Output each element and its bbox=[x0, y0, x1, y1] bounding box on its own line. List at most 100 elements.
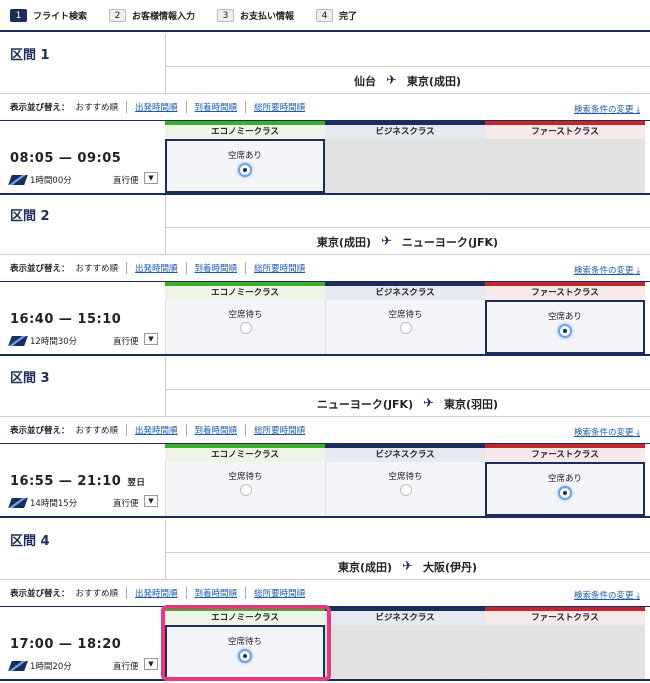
sort-departure-link[interactable]: 出発時間順 bbox=[135, 587, 187, 599]
sort-label: 表示並び替え： bbox=[10, 264, 70, 274]
direct-flight-label: 直行便 bbox=[113, 662, 139, 672]
sort-current: おすすめ順 bbox=[76, 101, 128, 113]
step-4-number: 4 bbox=[316, 8, 334, 22]
flight-times: 17:00 — 18:20 bbox=[10, 637, 127, 652]
first-cell[interactable]: 空席あり bbox=[485, 300, 645, 354]
route-from: 東京(成田) bbox=[316, 235, 371, 249]
fare-radio[interactable] bbox=[399, 484, 412, 496]
plane-icon: ✈ bbox=[380, 234, 392, 249]
change-conditions-label: 検索条件の変更 bbox=[574, 591, 634, 601]
fare-radio[interactable] bbox=[239, 484, 252, 496]
direct-flight-label: 直行便 bbox=[113, 337, 139, 347]
details-dropdown-button[interactable]: ▼ bbox=[144, 658, 158, 670]
first-cell bbox=[485, 139, 645, 193]
change-conditions-link[interactable]: 検索条件の変更 ⤓ bbox=[574, 426, 640, 438]
sort-current: おすすめ順 bbox=[76, 262, 128, 274]
segment-title: 区間 3 bbox=[10, 371, 50, 386]
duration: 1時間20分 bbox=[8, 660, 72, 672]
flight-segment: 区間 4 東京(成田) ✈ 大阪(伊丹) 表示並び替え： おすすめ順 出発時間順… bbox=[0, 520, 650, 681]
route-from: 仙台 bbox=[354, 74, 377, 88]
step-3: 3 お支払い情報 bbox=[217, 8, 295, 22]
sort-bar: 表示並び替え： おすすめ順 出発時間順 到着時間順 総所要時間順 検索条件の変更… bbox=[0, 417, 650, 444]
sort-departure-link[interactable]: 出発時間順 bbox=[135, 101, 187, 113]
fare-radio[interactable] bbox=[238, 163, 252, 177]
seat-status: 空席待ち bbox=[388, 472, 423, 482]
step-2-number: 2 bbox=[109, 8, 127, 22]
change-conditions-label: 検索条件の変更 bbox=[574, 428, 634, 438]
times-text: 08:05 — 09:05 bbox=[10, 151, 122, 166]
step-4-label: 完了 bbox=[339, 11, 358, 22]
segment-title: 区間 2 bbox=[10, 209, 50, 224]
fare-radio[interactable] bbox=[238, 649, 252, 663]
economy-cell[interactable]: 空席待ち bbox=[165, 462, 325, 516]
route-to: 東京(羽田) bbox=[444, 397, 499, 411]
economy-cell[interactable]: 空席待ち bbox=[165, 625, 325, 679]
business-header: ビジネスクラス bbox=[325, 121, 485, 139]
step-3-label: お支払い情報 bbox=[240, 11, 295, 22]
seat-status: 空席あり bbox=[547, 474, 582, 484]
change-conditions-link[interactable]: 検索条件の変更 ⤓ bbox=[574, 264, 640, 276]
fare-radio[interactable] bbox=[399, 322, 412, 334]
change-conditions-link[interactable]: 検索条件の変更 ⤓ bbox=[574, 103, 640, 115]
step-2-label: お客様情報入力 bbox=[132, 11, 196, 22]
sort-arrival-link[interactable]: 到着時間順 bbox=[195, 587, 247, 599]
sort-departure-link[interactable]: 出発時間順 bbox=[135, 424, 187, 436]
airline-logo-icon bbox=[8, 175, 28, 185]
fare-table: エコノミークラス ビジネスクラス ファーストクラス 08:05 — 09:05 … bbox=[0, 121, 650, 195]
economy-header: エコノミークラス bbox=[165, 121, 325, 139]
airline-logo-icon bbox=[8, 336, 28, 346]
plane-icon: ✈ bbox=[402, 559, 413, 574]
direct-flight-label: 直行便 bbox=[113, 499, 139, 509]
first-header: ファーストクラス bbox=[485, 607, 645, 625]
sort-current: おすすめ順 bbox=[76, 424, 128, 436]
plane-icon: ✈ bbox=[386, 73, 397, 88]
economy-header: エコノミークラス bbox=[165, 607, 325, 625]
details-dropdown-button[interactable]: ▼ bbox=[144, 495, 158, 507]
airline-logo-icon bbox=[8, 498, 28, 508]
sort-duration-link[interactable]: 総所要時間順 bbox=[254, 424, 313, 436]
step-2: 2 お客様情報入力 bbox=[109, 8, 196, 22]
step-3-number: 3 bbox=[217, 8, 235, 22]
sort-duration-link[interactable]: 総所要時間順 bbox=[254, 587, 313, 599]
business-cell[interactable]: 空席待ち bbox=[325, 300, 485, 354]
plane-icon: ✈ bbox=[423, 396, 435, 411]
sort-duration-link[interactable]: 総所要時間順 bbox=[254, 262, 313, 274]
route-to: ニューヨーク(JFK) bbox=[401, 235, 499, 249]
segment-header: 区間 3 ニューヨーク(JFK) ✈ 東京(羽田) bbox=[0, 357, 650, 417]
seat-status: 空席あり bbox=[547, 312, 582, 322]
economy-header: エコノミークラス bbox=[165, 444, 325, 462]
sort-arrival-link[interactable]: 到着時間順 bbox=[195, 262, 247, 274]
sort-arrival-link[interactable]: 到着時間順 bbox=[195, 424, 247, 436]
step-1: 1 フライト検索 bbox=[10, 8, 87, 22]
sort-arrival-link[interactable]: 到着時間順 bbox=[195, 101, 247, 113]
business-cell bbox=[325, 625, 485, 679]
business-cell bbox=[325, 139, 485, 193]
seat-status: 空席待ち bbox=[227, 637, 262, 647]
seat-status: 空席待ち bbox=[228, 310, 263, 320]
flight-segment: 区間 1 仙台 ✈ 東京(成田) 表示並び替え： おすすめ順 出発時間順 到着時… bbox=[0, 34, 650, 195]
fare-radio[interactable] bbox=[558, 486, 572, 500]
times-text: 16:55 — 21:10 bbox=[10, 474, 122, 489]
economy-cell[interactable]: 空席あり bbox=[165, 139, 325, 193]
change-conditions-link[interactable]: 検索条件の変更 ⤓ bbox=[574, 589, 640, 601]
fare-table: エコノミークラス ビジネスクラス ファーストクラス 16:40 — 15:10 … bbox=[0, 282, 650, 356]
fare-table: エコノミークラス ビジネスクラス ファーストクラス 16:55 — 21:10 翌… bbox=[0, 444, 650, 518]
fare-radio[interactable] bbox=[239, 322, 252, 334]
duration-text: 1時間00分 bbox=[30, 176, 72, 186]
sort-current: おすすめ順 bbox=[76, 587, 128, 599]
sort-bar: 表示並び替え： おすすめ順 出発時間順 到着時間順 総所要時間順 検索条件の変更… bbox=[0, 580, 650, 607]
details-dropdown-button[interactable]: ▼ bbox=[144, 333, 158, 345]
sort-departure-link[interactable]: 出発時間順 bbox=[135, 262, 187, 274]
economy-cell[interactable]: 空席待ち bbox=[165, 300, 325, 354]
sort-duration-link[interactable]: 総所要時間順 bbox=[254, 101, 313, 113]
details-dropdown-button[interactable]: ▼ bbox=[144, 172, 158, 184]
business-header: ビジネスクラス bbox=[325, 282, 485, 300]
seat-status: 空席あり bbox=[227, 151, 262, 161]
fare-radio[interactable] bbox=[558, 324, 572, 338]
first-cell[interactable]: 空席あり bbox=[485, 462, 645, 516]
business-cell[interactable]: 空席待ち bbox=[325, 462, 485, 516]
times-text: 17:00 — 18:20 bbox=[10, 637, 122, 652]
duration-text: 14時間15分 bbox=[30, 499, 78, 509]
segment-header: 区間 2 東京(成田) ✈ ニューヨーク(JFK) bbox=[0, 195, 650, 255]
flight-segment: 区間 3 ニューヨーク(JFK) ✈ 東京(羽田) 表示並び替え： おすすめ順 … bbox=[0, 357, 650, 518]
